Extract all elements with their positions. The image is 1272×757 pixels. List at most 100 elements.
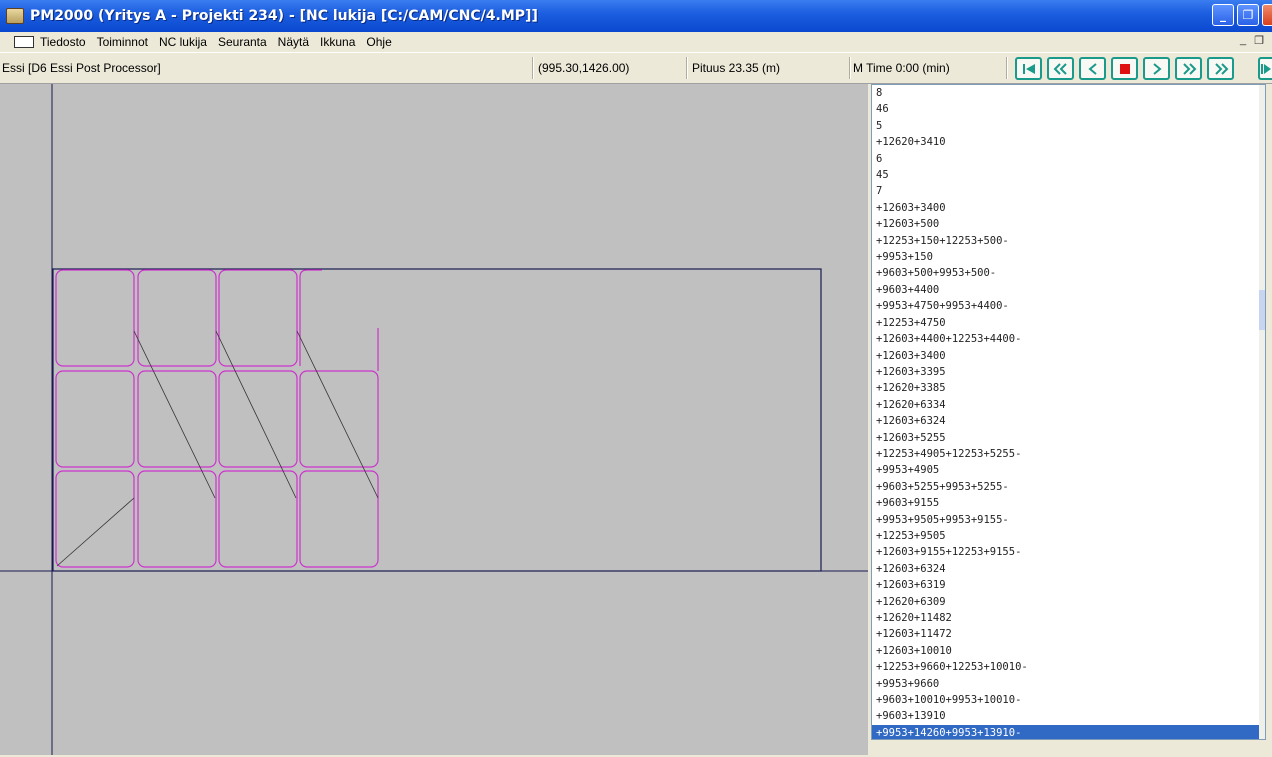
status-toolbar: Essi [D6 Essi Post Processor] (995.30,14… xyxy=(0,52,1272,84)
menu-ikkuna[interactable]: Ikkuna xyxy=(320,34,355,50)
nc-code-panel: 8 46 5 +12620+3410 6 45 7 +12603+3400 +12603+500… xyxy=(868,84,1272,755)
nc-code-line[interactable]: +9953+9505+9953+9155- xyxy=(872,512,1265,528)
window-title: PM2000 (Yritys A - Projekti 234) - [NC l… xyxy=(30,8,538,24)
menu-toiminnot[interactable]: Toiminnot xyxy=(97,34,148,50)
play-button[interactable] xyxy=(1258,57,1272,80)
nc-code-line[interactable]: +12603+3400 xyxy=(872,200,1265,216)
fast-forward-button-2[interactable] xyxy=(1207,57,1234,80)
nc-code-line[interactable]: +12253+9505 xyxy=(872,528,1265,544)
step-back-icon xyxy=(1087,62,1097,75)
traverse-line xyxy=(133,330,216,499)
part xyxy=(55,370,135,468)
menu-bar: Tiedosto Toiminnot NC lukija Seuranta Nä… xyxy=(0,32,1272,52)
nc-code-line[interactable]: +9603+500+9953+500- xyxy=(872,265,1265,281)
nc-code-line[interactable]: 6 xyxy=(872,151,1265,167)
coordinates-readout: (995.30,1426.00) xyxy=(538,61,630,75)
nc-code-line[interactable]: 7 xyxy=(872,183,1265,199)
nc-code-list[interactable]: 8 46 5 +12620+3410 6 45 7 +12603+3400 +12603+500… xyxy=(871,84,1266,740)
nc-code-line[interactable]: +12603+6324 xyxy=(872,561,1265,577)
nc-code-line[interactable]: +9603+13910 xyxy=(872,708,1265,724)
nc-code-line[interactable]: +12603+10010 xyxy=(872,643,1265,659)
part-partial xyxy=(299,269,322,366)
scrollbar-thumb[interactable] xyxy=(1259,290,1265,330)
nc-code-line[interactable]: +12253+150+12253+500- xyxy=(872,233,1265,249)
nc-code-line[interactable]: 5 xyxy=(872,118,1265,134)
mdi-minimize-icon[interactable]: _ xyxy=(1240,34,1246,47)
fast-back-button[interactable] xyxy=(1047,57,1074,80)
nc-code-line[interactable]: 45 xyxy=(872,167,1265,183)
part xyxy=(137,470,217,568)
fast-back-icon xyxy=(1053,62,1067,75)
nc-code-line[interactable]: +12603+6319 xyxy=(872,577,1265,593)
nc-code-line[interactable]: +12253+4905+12253+5255- xyxy=(872,446,1265,462)
nc-code-line[interactable]: +12620+3410 xyxy=(872,134,1265,150)
stop-icon xyxy=(1119,63,1130,74)
divider xyxy=(1006,57,1008,79)
traverse-line xyxy=(56,497,135,567)
nc-code-line[interactable]: +9953+9660 xyxy=(872,676,1265,692)
part xyxy=(299,370,379,468)
nc-code-line[interactable]: +12603+6324 xyxy=(872,413,1265,429)
divider xyxy=(532,57,534,79)
nc-code-line[interactable]: +12603+4400+12253+4400- xyxy=(872,331,1265,347)
menu-seuranta[interactable]: Seuranta xyxy=(218,34,267,50)
step-back-button[interactable] xyxy=(1079,57,1106,80)
restore-icon[interactable]: ❐ xyxy=(1237,4,1259,26)
skip-first-icon xyxy=(1022,63,1035,74)
part xyxy=(137,269,217,367)
nc-code-line[interactable]: +9953+14260+9953+13910- xyxy=(872,724,1265,739)
nc-code-line[interactable]: +12603+11472 xyxy=(872,626,1265,642)
traverse-line xyxy=(215,330,297,499)
part xyxy=(218,269,298,367)
part xyxy=(55,470,135,568)
menu-nayta[interactable]: Näytä xyxy=(278,34,309,50)
part xyxy=(218,470,298,568)
nc-code-line[interactable]: +9953+4905 xyxy=(872,462,1265,478)
divider xyxy=(849,57,851,79)
processor-label: Essi [D6 Essi Post Processor] xyxy=(2,61,161,75)
app-icon xyxy=(6,8,24,24)
nc-code-line[interactable]: +9603+4400 xyxy=(872,282,1265,298)
nc-code-line[interactable]: +9603+5255+9953+5255- xyxy=(872,479,1265,495)
vertical-scrollbar[interactable] xyxy=(1259,85,1265,739)
nc-code-line[interactable]: +12253+4750 xyxy=(872,315,1265,331)
nc-code-line[interactable]: +12620+3385 xyxy=(872,380,1265,396)
menu-nc-lukija[interactable]: NC lukija xyxy=(159,34,207,50)
step-forward-icon xyxy=(1152,62,1162,75)
nc-code-line[interactable]: +9953+4750+9953+4400- xyxy=(872,298,1265,314)
nc-code-line[interactable]: 8 xyxy=(872,85,1265,101)
nc-code-line[interactable]: +12603+3400 xyxy=(872,348,1265,364)
title-bar: PM2000 (Yritys A - Projekti 234) - [NC l… xyxy=(0,0,1272,32)
nc-code-line[interactable]: 46 xyxy=(872,101,1265,117)
nc-code-line[interactable]: +12603+9155+12253+9155- xyxy=(872,544,1265,560)
fast-forward-icon xyxy=(1214,62,1228,75)
nc-drawing-canvas[interactable] xyxy=(0,84,868,755)
nc-code-line[interactable]: +12603+5255 xyxy=(872,430,1265,446)
minimize-icon[interactable]: _ xyxy=(1212,4,1234,26)
plate-outline xyxy=(52,268,822,572)
part xyxy=(299,470,379,568)
nc-code-line[interactable]: +9953+150 xyxy=(872,249,1265,265)
nc-code-line[interactable]: +12620+6334 xyxy=(872,397,1265,413)
nesting-drawing xyxy=(0,84,868,755)
fast-forward-icon xyxy=(1182,62,1196,75)
length-readout: Pituus 23.35 (m) xyxy=(692,61,781,75)
nc-code-line[interactable]: +12253+9660+12253+10010- xyxy=(872,659,1265,675)
menu-ohje[interactable]: Ohje xyxy=(366,34,391,50)
mdi-controls: _ ❐ xyxy=(1240,34,1264,47)
window-controls: _ ❐ xyxy=(1212,4,1272,26)
menu-tiedosto[interactable]: Tiedosto xyxy=(40,34,86,50)
step-forward-button[interactable] xyxy=(1143,57,1170,80)
nc-code-line[interactable]: +12603+3395 xyxy=(872,364,1265,380)
skip-first-button[interactable] xyxy=(1015,57,1042,80)
nc-code-line[interactable]: +12603+500 xyxy=(872,216,1265,232)
nc-code-line[interactable]: +9603+9155 xyxy=(872,495,1265,511)
nc-code-line[interactable]: +12620+6309 xyxy=(872,594,1265,610)
stop-button[interactable] xyxy=(1111,57,1138,80)
mdi-restore-icon[interactable]: ❐ xyxy=(1254,34,1264,47)
close-icon[interactable] xyxy=(1262,4,1272,26)
nc-code-line[interactable]: +12620+11482 xyxy=(872,610,1265,626)
document-icon[interactable] xyxy=(14,36,34,48)
fast-forward-button[interactable] xyxy=(1175,57,1202,80)
nc-code-line[interactable]: +9603+10010+9953+10010- xyxy=(872,692,1265,708)
